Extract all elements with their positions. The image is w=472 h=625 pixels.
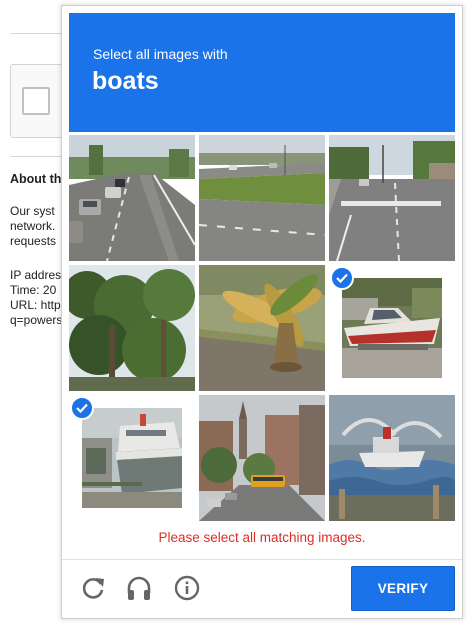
image-tile-5[interactable] — [199, 265, 325, 391]
footer-divider — [62, 559, 462, 560]
image-tile-8[interactable] — [199, 395, 325, 521]
recaptcha-checkbox[interactable] — [22, 87, 50, 115]
background-text-line: URL: http — [10, 298, 61, 312]
image-tile-1[interactable] — [69, 135, 195, 261]
tile-image — [342, 278, 442, 378]
reload-icon[interactable] — [78, 573, 108, 603]
background-divider — [10, 33, 66, 34]
image-tile-3[interactable] — [329, 135, 455, 261]
challenge-keyword: boats — [92, 67, 159, 95]
tile-image — [82, 408, 182, 508]
background-text-line: Time: 20 — [10, 283, 57, 297]
background-text-line: Our syst — [10, 204, 55, 218]
background-text-line: IP addres — [10, 268, 62, 282]
image-challenge-popup: Select all images with boats Please sele… — [61, 5, 463, 619]
image-grid — [69, 135, 457, 521]
background-text-line: requests — [10, 234, 57, 248]
verify-button[interactable]: VERIFY — [351, 566, 455, 611]
selected-check-icon — [330, 266, 354, 290]
image-tile-7[interactable] — [69, 395, 195, 521]
image-tile-4[interactable] — [69, 265, 195, 391]
background-text-line: network. — [10, 219, 56, 233]
background-heading: About th — [10, 172, 62, 186]
image-tile-9[interactable] — [329, 395, 455, 521]
image-tile-2[interactable] — [199, 135, 325, 261]
background-divider-2 — [10, 156, 66, 157]
image-tile-6[interactable] — [329, 265, 455, 391]
info-icon[interactable] — [172, 573, 202, 603]
error-message: Please select all matching images. — [158, 530, 366, 545]
headphones-icon[interactable] — [124, 573, 154, 603]
background-text-line: q=powers — [10, 313, 63, 327]
challenge-header: Select all images with boats — [69, 13, 455, 132]
challenge-instruction: Select all images with — [93, 46, 228, 62]
selected-check-icon — [70, 396, 94, 420]
